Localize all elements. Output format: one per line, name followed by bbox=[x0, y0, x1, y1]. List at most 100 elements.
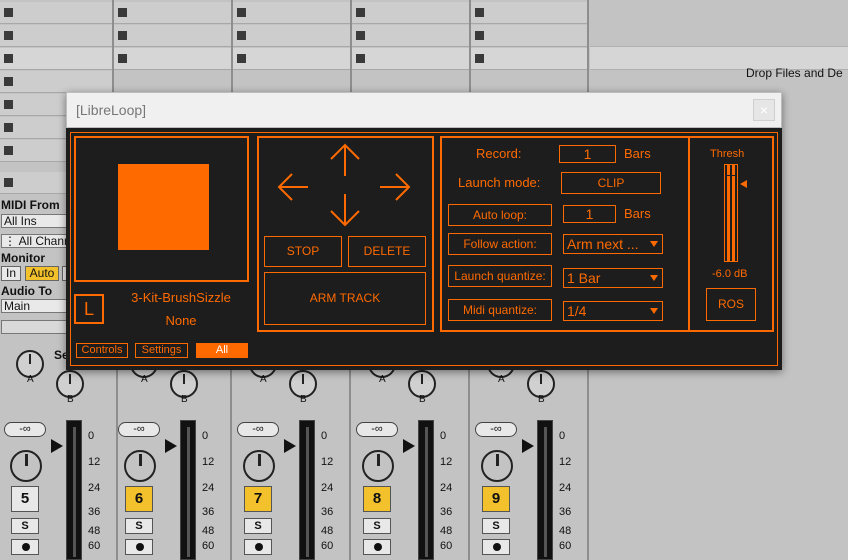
solo-button[interactable]: S bbox=[482, 518, 510, 534]
track-activator-button[interactable]: 9 bbox=[482, 486, 510, 512]
clip-slot[interactable] bbox=[0, 2, 112, 24]
solo-button[interactable]: S bbox=[125, 518, 153, 534]
stop-square-icon[interactable] bbox=[356, 8, 365, 17]
tab-settings[interactable]: Settings bbox=[135, 343, 188, 358]
volume-fader-handle[interactable] bbox=[51, 439, 63, 453]
arm-button[interactable] bbox=[125, 539, 153, 555]
monitor-auto-button[interactable]: Auto bbox=[25, 266, 59, 281]
clip-slot[interactable] bbox=[352, 25, 469, 47]
clip-slot[interactable] bbox=[352, 48, 469, 70]
clip-slot[interactable] bbox=[0, 48, 112, 70]
volume-fader-handle[interactable] bbox=[165, 439, 177, 453]
stop-square-icon[interactable] bbox=[4, 100, 13, 109]
track-activator-button[interactable]: 6 bbox=[125, 486, 153, 512]
arm-button[interactable] bbox=[11, 539, 39, 555]
clip-slot[interactable] bbox=[0, 71, 112, 93]
volume-readout[interactable]: -∞ bbox=[118, 422, 160, 437]
stop-square-icon[interactable] bbox=[4, 8, 13, 17]
audio-to-select[interactable]: Main bbox=[1, 299, 67, 313]
follow-action-select[interactable]: Arm next ... bbox=[563, 234, 663, 254]
pan-knob[interactable] bbox=[481, 450, 513, 482]
arrow-up-icon[interactable] bbox=[328, 142, 362, 178]
pan-knob[interactable] bbox=[243, 450, 275, 482]
midi-channel-select[interactable]: ⋮ All Chann bbox=[1, 234, 67, 248]
arrow-left-icon[interactable] bbox=[276, 172, 310, 202]
pan-knob[interactable] bbox=[124, 450, 156, 482]
arm-track-button[interactable]: ARM TRACK bbox=[264, 272, 426, 325]
clip-slot[interactable] bbox=[471, 25, 587, 47]
volume-fader-handle[interactable] bbox=[284, 439, 296, 453]
stop-square-icon[interactable] bbox=[118, 54, 127, 63]
solo-button[interactable]: S bbox=[244, 518, 272, 534]
stop-square-icon[interactable] bbox=[237, 8, 246, 17]
pan-knob[interactable] bbox=[362, 450, 394, 482]
threshold-meter[interactable] bbox=[724, 164, 738, 262]
tab-all[interactable]: All bbox=[196, 343, 248, 358]
stop-square-icon[interactable] bbox=[4, 77, 13, 86]
stop-square-icon[interactable] bbox=[4, 146, 13, 155]
clip-slot[interactable] bbox=[471, 2, 587, 24]
stop-square-icon[interactable] bbox=[356, 31, 365, 40]
stop-square-icon[interactable] bbox=[4, 31, 13, 40]
record-length-field[interactable]: 1 bbox=[559, 145, 616, 163]
track-activator-button[interactable]: 5 bbox=[11, 486, 39, 512]
threshold-pointer-icon[interactable] bbox=[740, 180, 747, 188]
arm-button[interactable] bbox=[482, 539, 510, 555]
midi-from-select[interactable]: All Ins bbox=[1, 214, 67, 228]
volume-readout[interactable]: -∞ bbox=[237, 422, 279, 437]
stop-button[interactable]: STOP bbox=[264, 236, 342, 267]
clip-slot[interactable] bbox=[471, 48, 587, 70]
clip-slot[interactable] bbox=[114, 2, 231, 24]
clip-slot[interactable] bbox=[233, 2, 350, 24]
window-titlebar[interactable]: [LibreLoop] × bbox=[66, 92, 782, 128]
stop-square-icon[interactable] bbox=[475, 54, 484, 63]
track-activator-button[interactable]: 8 bbox=[363, 486, 391, 512]
volume-fader-handle[interactable] bbox=[522, 439, 534, 453]
midi-quantize-select[interactable]: 1/4 bbox=[563, 301, 663, 321]
auto-loop-button[interactable]: Auto loop: bbox=[448, 204, 552, 226]
delete-button[interactable]: DELETE bbox=[348, 236, 426, 267]
stop-square-icon[interactable] bbox=[237, 31, 246, 40]
stop-square-icon[interactable] bbox=[356, 54, 365, 63]
audio-to-channel-select[interactable] bbox=[1, 320, 67, 334]
logo-button[interactable]: L bbox=[74, 294, 104, 324]
clip-color-square[interactable] bbox=[118, 164, 209, 250]
launch-quantize-button[interactable]: Launch quantize: bbox=[448, 265, 552, 287]
launch-quantize-select[interactable]: 1 Bar bbox=[563, 268, 663, 288]
arm-button[interactable] bbox=[244, 539, 272, 555]
clip-slot[interactable] bbox=[233, 48, 350, 70]
stop-square-icon[interactable] bbox=[118, 8, 127, 17]
volume-fader-handle[interactable] bbox=[403, 439, 415, 453]
stop-square-icon[interactable] bbox=[118, 31, 127, 40]
volume-readout[interactable]: -∞ bbox=[4, 422, 46, 437]
solo-button[interactable]: S bbox=[11, 518, 39, 534]
stop-square-icon[interactable] bbox=[475, 8, 484, 17]
volume-readout[interactable]: -∞ bbox=[356, 422, 398, 437]
midi-quantize-button[interactable]: Midi quantize: bbox=[448, 299, 552, 321]
ros-button[interactable]: ROS bbox=[706, 288, 756, 321]
arrow-right-icon[interactable] bbox=[378, 172, 412, 202]
track-activator-button[interactable]: 7 bbox=[244, 486, 272, 512]
close-button[interactable]: × bbox=[753, 99, 775, 121]
follow-action-button[interactable]: Follow action: bbox=[448, 233, 552, 255]
monitor-in-button[interactable]: In bbox=[1, 266, 21, 281]
auto-loop-field[interactable]: 1 bbox=[563, 205, 616, 223]
clip-slot[interactable] bbox=[114, 25, 231, 47]
window-title: [LibreLoop] bbox=[76, 102, 147, 118]
solo-button[interactable]: S bbox=[363, 518, 391, 534]
arrow-down-icon[interactable] bbox=[328, 192, 362, 228]
stop-square-icon[interactable] bbox=[4, 54, 13, 63]
clip-slot[interactable] bbox=[0, 25, 112, 47]
clip-slot[interactable] bbox=[352, 2, 469, 24]
clip-slot[interactable] bbox=[233, 25, 350, 47]
volume-readout[interactable]: -∞ bbox=[475, 422, 517, 437]
arm-button[interactable] bbox=[363, 539, 391, 555]
stop-square-icon[interactable] bbox=[237, 54, 246, 63]
stop-square-icon[interactable] bbox=[475, 31, 484, 40]
pan-knob[interactable] bbox=[10, 450, 42, 482]
stop-square-icon[interactable] bbox=[4, 178, 13, 187]
tab-controls[interactable]: Controls bbox=[76, 343, 128, 358]
clip-slot[interactable] bbox=[114, 48, 231, 70]
stop-square-icon[interactable] bbox=[4, 123, 13, 132]
launch-mode-select[interactable]: CLIP bbox=[561, 172, 661, 194]
